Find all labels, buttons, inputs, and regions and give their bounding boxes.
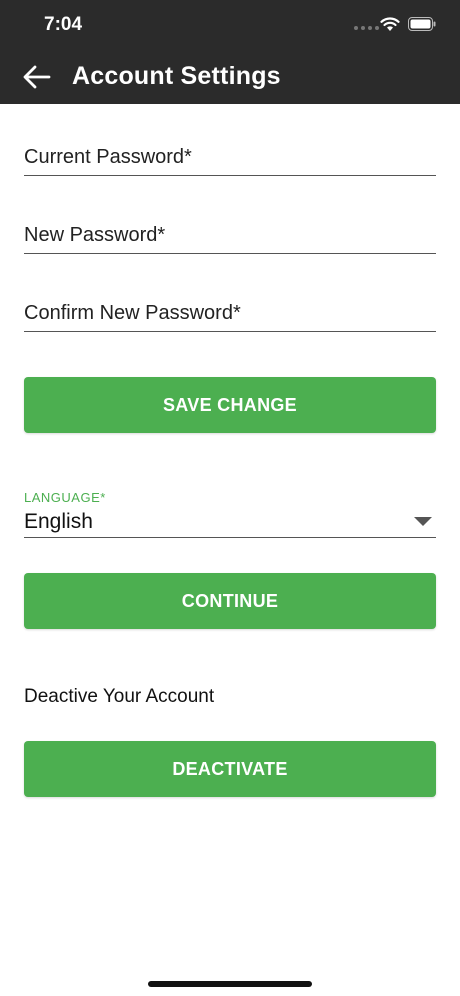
caret-down-icon — [414, 517, 432, 526]
deactivate-button[interactable]: DEACTIVATE — [24, 741, 436, 797]
confirm-password-field[interactable]: Confirm New Password* — [24, 302, 436, 332]
cellular-signal-icon — [354, 26, 379, 30]
arrow-left-icon[interactable] — [22, 62, 52, 92]
current-password-label: Current Password* — [24, 146, 192, 168]
language-label: LANGUAGE* — [24, 490, 106, 505]
language-select[interactable]: English — [24, 508, 436, 538]
deactivate-account-text: Deactive Your Account — [24, 686, 215, 707]
page-title: Account Settings — [72, 62, 281, 90]
app-header: 7:04 Account Settings — [0, 0, 460, 104]
status-time: 7:04 — [44, 14, 83, 35]
home-indicator — [148, 981, 312, 987]
confirm-password-label: Confirm New Password* — [24, 302, 241, 324]
language-value: English — [24, 510, 93, 533]
new-password-field[interactable]: New Password* — [24, 224, 436, 254]
current-password-field[interactable]: Current Password* — [24, 146, 436, 176]
battery-icon — [408, 17, 436, 31]
wifi-icon — [380, 17, 400, 31]
new-password-label: New Password* — [24, 224, 166, 246]
continue-button[interactable]: CONTINUE — [24, 573, 436, 629]
save-change-button[interactable]: SAVE CHANGE — [24, 377, 436, 433]
